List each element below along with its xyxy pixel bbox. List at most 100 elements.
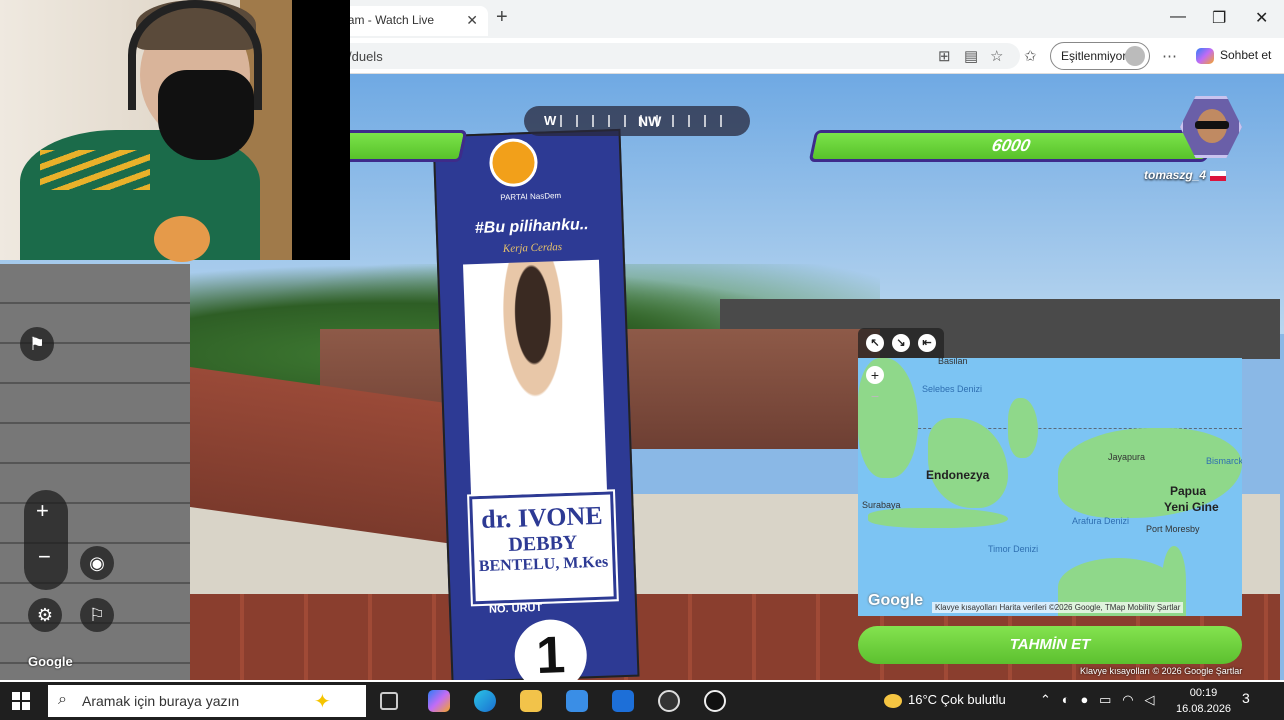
map-label-timor: Timor Denizi [988, 544, 1039, 554]
outlook-icon[interactable] [612, 690, 634, 712]
clock[interactable]: 00:19 16.08.2026 [1176, 685, 1231, 717]
file-explorer-icon[interactable] [520, 690, 542, 712]
settings-gear-icon[interactable]: ⚙ [28, 598, 62, 632]
zoom-controls: + − [24, 490, 68, 590]
google-watermark: Google [28, 654, 73, 669]
opponent-health-value: 6000 [990, 136, 1033, 155]
report-icon[interactable]: ⚑ [20, 327, 54, 361]
copilot-button[interactable]: Sohbet et [1196, 48, 1271, 64]
window-close-icon[interactable]: ✕ [1255, 8, 1268, 28]
avatar [1125, 46, 1145, 66]
zoom-out-icon[interactable]: − [38, 544, 51, 570]
microphone-icon[interactable]: ● [1080, 692, 1088, 707]
profile-button[interactable]: Eşitlenmiyor [1050, 42, 1150, 70]
map-toolbar: ↖ ↘ ⇤ [858, 328, 944, 358]
poland-flag-icon [1210, 170, 1227, 181]
map-label-surabaya: Surabaya [862, 500, 901, 510]
windows-start-icon[interactable] [12, 692, 30, 710]
battery-icon[interactable]: ▭ [1099, 692, 1111, 707]
search-placeholder: Aramak için buraya yazın [82, 693, 240, 709]
clock-time: 00:19 [1189, 687, 1218, 699]
notification-count: 3 [1242, 690, 1250, 706]
obs-icon[interactable] [658, 690, 680, 712]
avatar-glasses [1195, 121, 1229, 129]
banner-tagline: Kerja Cerdas [502, 240, 563, 256]
map-pin-icon[interactable]: ⇤ [918, 334, 936, 352]
map-zoom-out-icon[interactable]: − [866, 388, 884, 406]
zoom-in-icon[interactable]: + [36, 498, 49, 524]
candidate-name-box: dr. IVONE DEBBY BENTELU, M.Kes [467, 489, 619, 607]
opponent-health-bar: 6000 [808, 130, 1214, 162]
party-logo [488, 137, 539, 188]
app-icon[interactable] [704, 690, 726, 712]
no-urut-label: NO. URUT [488, 601, 543, 616]
opponent-name: tomaszg_4 [1144, 168, 1227, 182]
compass-west: W [544, 113, 557, 128]
close-tab-icon[interactable]: ✕ [466, 12, 478, 29]
map-expand-icon[interactable]: ↖ [866, 334, 884, 352]
guess-map[interactable]: ↖ ↘ ⇤ + − Basilan Selebes Denizi Endonez… [858, 328, 1242, 616]
weather-widget[interactable]: 16°C Çok bulutlu [884, 692, 1006, 708]
jacket-stripes [40, 150, 150, 190]
more-menu-icon[interactable]: ⋯ [1162, 47, 1177, 65]
banner-party: PARTAI NasDem [500, 190, 562, 203]
map-label-indonesia: Endonezya [926, 468, 990, 482]
maximize-icon[interactable]: ❐ [1212, 8, 1226, 28]
taskbar: ⌕ Aramak için buraya yazın ✦ 16°C Çok bu… [0, 682, 1284, 720]
tray-chevron-icon[interactable]: ⌃ [1040, 692, 1051, 707]
task-view-icon[interactable] [380, 692, 398, 710]
favorites-icon[interactable]: ✩ [1024, 47, 1037, 65]
sparkle-icon: ✦ [314, 691, 331, 713]
taskbar-search[interactable]: ⌕ Aramak için buraya yazın ✦ [48, 685, 366, 717]
favorite-star-icon[interactable]: ☆ [990, 47, 1003, 65]
candidate-name-line1: dr. IVONE [480, 500, 604, 534]
copilot-taskbar-icon[interactable] [428, 690, 450, 712]
flag-icon[interactable]: ⚐ [80, 598, 114, 632]
volume-icon[interactable]: ◁ [1144, 692, 1154, 707]
land-java-nusa [868, 508, 1008, 528]
map-google-logo: Google [868, 592, 924, 609]
copilot-label: Sohbet et [1220, 48, 1272, 63]
meet-icon[interactable]: ◐ [1062, 692, 1070, 707]
candidate-number: 1 [513, 618, 588, 680]
search-icon: ⌕ [58, 691, 67, 708]
map-label-papua: Papua [1170, 484, 1207, 498]
opponent-name-text: tomaszg_4 [1144, 168, 1207, 182]
wifi-icon[interactable]: ◠ [1122, 692, 1133, 707]
candidate-name-line3: BENTELU, M.Kes [478, 553, 609, 576]
compass: W NW [524, 106, 750, 136]
address-bar[interactable]: /duels [300, 43, 1020, 69]
weather-text: 16°C Çok bulutlu [908, 692, 1006, 707]
map-canvas[interactable]: + − Basilan Selebes Denizi Endonezya Sur… [858, 358, 1242, 616]
notifications-icon[interactable]: 3 [1242, 690, 1250, 706]
minimize-icon[interactable]: — [1170, 8, 1186, 26]
system-tray: ⌃ ◐ ● ▭ ◠ ◁ [1040, 692, 1154, 708]
map-zoom-in-icon[interactable]: + [866, 366, 884, 384]
map-label-bismarck: Bismarck [1206, 456, 1242, 466]
webcam-overlay [0, 0, 350, 262]
new-tab-icon[interactable]: + [496, 6, 508, 29]
map-label-top: Basilan [938, 358, 968, 366]
map-label-port-moresby: Port Moresby [1146, 524, 1200, 534]
store-icon[interactable] [566, 690, 588, 712]
land-sulawesi [928, 418, 1008, 508]
map-label-new-guinea: Yeni Gine [1164, 500, 1219, 514]
weather-icon [884, 693, 902, 708]
copilot-icon [1196, 48, 1214, 64]
map-attribution[interactable]: Klavye kısayolları Harita verileri ©2026… [932, 602, 1184, 613]
return-to-start-icon[interactable]: ◉ [80, 546, 114, 580]
reading-mode-icon[interactable]: ▤ [964, 47, 978, 65]
candidate-photo [463, 259, 608, 505]
land-halmahera [1008, 398, 1038, 458]
apps-icon[interactable]: ⊞ [938, 47, 951, 65]
compass-northwest: NW [638, 113, 662, 129]
edge-icon[interactable] [474, 690, 496, 712]
street-view-attribution[interactable]: Klavye kısayolları © 2026 Google Şartlar [1080, 666, 1242, 676]
map-shrink-icon[interactable]: ↘ [892, 334, 910, 352]
clock-date: 16.08.2026 [1176, 703, 1232, 715]
map-label-arafura: Arafura Denizi [1072, 516, 1130, 526]
guess-button[interactable]: TAHMİN ET [858, 626, 1242, 664]
campaign-banner: PARTAI NasDem #Bu pilihanku.. Kerja Cerd… [432, 128, 640, 680]
url-text: /duels [348, 49, 383, 64]
orange-fruit [154, 216, 210, 262]
